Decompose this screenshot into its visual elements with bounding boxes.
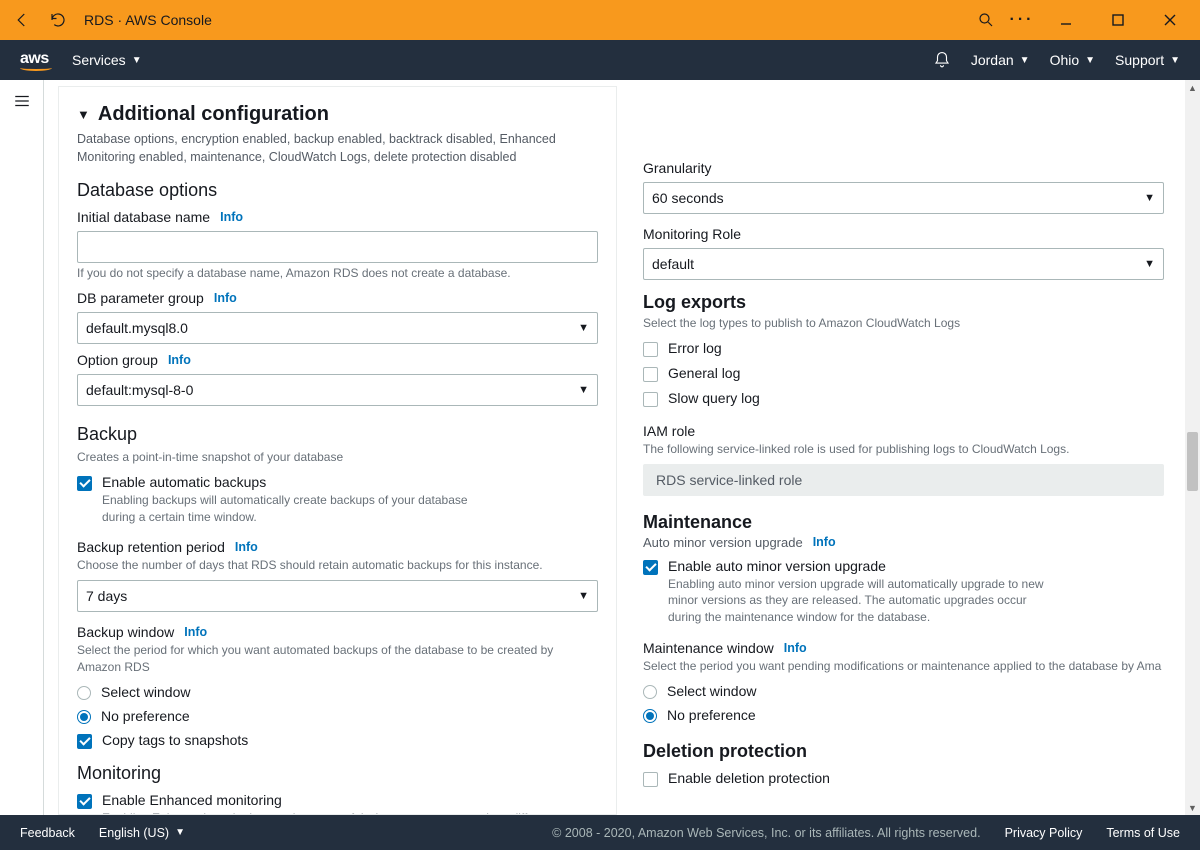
aws-footer: Feedback English (US)▼ © 2008 - 2020, Am… bbox=[0, 815, 1200, 850]
enable-monitoring-checkbox[interactable] bbox=[77, 794, 92, 809]
chevron-down-icon: ▼ bbox=[578, 322, 589, 334]
support-menu[interactable]: Support▼ bbox=[1115, 52, 1180, 68]
backup-heading: Backup bbox=[77, 424, 598, 445]
backup-window-help: Select the period for which you want aut… bbox=[77, 642, 598, 676]
enable-backups-label: Enable automatic backups bbox=[102, 474, 472, 490]
left-rail bbox=[0, 80, 44, 815]
aws-logo[interactable]: aws bbox=[20, 50, 52, 71]
iam-role-heading: IAM role bbox=[643, 423, 1164, 439]
maint-window-label: Maintenance windowInfo bbox=[643, 640, 1164, 656]
deletion-heading: Deletion protection bbox=[643, 741, 1164, 762]
deletion-protection-checkbox[interactable] bbox=[643, 772, 658, 787]
granularity-label: Granularity bbox=[643, 160, 1164, 176]
maintenance-heading: Maintenance bbox=[643, 512, 1164, 533]
auto-minor-checkbox[interactable] bbox=[643, 560, 658, 575]
retention-select[interactable]: 7 days▼ bbox=[77, 580, 598, 612]
info-link[interactable]: Info bbox=[168, 353, 191, 367]
copy-tags-checkbox[interactable] bbox=[77, 734, 92, 749]
close-button[interactable] bbox=[1152, 4, 1188, 36]
more-icon[interactable]: ··· bbox=[1012, 10, 1032, 30]
iam-role-sub: The following service-linked role is use… bbox=[643, 441, 1164, 458]
maint-window-help: Select the period you want pending modif… bbox=[643, 658, 1164, 675]
services-menu[interactable]: Services▼ bbox=[72, 52, 142, 68]
section-subtitle: Database options, encryption enabled, ba… bbox=[77, 130, 598, 166]
chevron-down-icon: ▼ bbox=[578, 384, 589, 396]
option-group-label: Option groupInfo bbox=[77, 352, 598, 368]
retention-label: Backup retention periodInfo bbox=[77, 539, 598, 555]
backup-window-select-radio[interactable] bbox=[77, 686, 91, 700]
initial-db-name-input[interactable] bbox=[77, 231, 598, 263]
auto-minor-sub: Auto minor version upgradeInfo bbox=[643, 535, 1164, 550]
maint-window-nopref-radio[interactable] bbox=[643, 709, 657, 723]
caret-down-icon: ▼ bbox=[77, 107, 90, 122]
back-icon[interactable] bbox=[12, 10, 32, 30]
info-link[interactable]: Info bbox=[214, 291, 237, 305]
info-link[interactable]: Info bbox=[184, 625, 207, 639]
terms-link[interactable]: Terms of Use bbox=[1106, 826, 1180, 840]
account-menu[interactable]: Jordan▼ bbox=[971, 52, 1030, 68]
notifications-icon[interactable] bbox=[933, 51, 951, 69]
initial-db-name-label: Initial database nameInfo bbox=[77, 209, 598, 225]
info-link[interactable]: Info bbox=[235, 540, 258, 554]
config-panel-right: Granularity 60 seconds▼ Monitoring Role … bbox=[637, 86, 1182, 815]
log-exports-sub: Select the log types to publish to Amazo… bbox=[643, 315, 1164, 332]
enable-monitoring-label: Enable Enhanced monitoring bbox=[102, 792, 572, 808]
slow-log-checkbox[interactable] bbox=[643, 392, 658, 407]
scroll-down-icon[interactable]: ▼ bbox=[1185, 800, 1200, 815]
feedback-link[interactable]: Feedback bbox=[20, 826, 75, 840]
privacy-link[interactable]: Privacy Policy bbox=[1005, 826, 1083, 840]
auto-minor-help: Enabling auto minor version upgrade will… bbox=[668, 576, 1048, 626]
config-panel-left: ▼Additional configuration Database optio… bbox=[58, 86, 617, 815]
monitoring-role-label: Monitoring Role bbox=[643, 226, 1164, 242]
scrollbar[interactable]: ▲ ▼ bbox=[1185, 80, 1200, 815]
error-log-checkbox[interactable] bbox=[643, 342, 658, 357]
chevron-down-icon: ▼ bbox=[1144, 192, 1155, 204]
hamburger-icon[interactable] bbox=[13, 92, 31, 113]
granularity-select[interactable]: 60 seconds▼ bbox=[643, 182, 1164, 214]
chevron-down-icon: ▼ bbox=[1144, 258, 1155, 270]
monitoring-role-select[interactable]: default▼ bbox=[643, 248, 1164, 280]
chevron-down-icon: ▼ bbox=[578, 590, 589, 602]
option-group-select[interactable]: default:mysql-8-0▼ bbox=[77, 374, 598, 406]
initial-db-name-help: If you do not specify a database name, A… bbox=[77, 265, 598, 282]
section-toggle[interactable]: ▼Additional configuration bbox=[77, 103, 598, 126]
maximize-button[interactable] bbox=[1100, 4, 1136, 36]
backup-window-nopref-radio[interactable] bbox=[77, 710, 91, 724]
window-title: RDS · AWS Console bbox=[84, 12, 212, 28]
enable-backups-help: Enabling backups will automatically crea… bbox=[102, 492, 472, 526]
general-log-checkbox[interactable] bbox=[643, 367, 658, 382]
monitoring-heading: Monitoring bbox=[77, 763, 598, 784]
param-group-select[interactable]: default.mysql8.0▼ bbox=[77, 312, 598, 344]
minimize-button[interactable] bbox=[1048, 4, 1084, 36]
scroll-thumb[interactable] bbox=[1187, 432, 1198, 491]
region-menu[interactable]: Ohio▼ bbox=[1050, 52, 1095, 68]
enable-backups-checkbox[interactable] bbox=[77, 476, 92, 491]
backup-window-label: Backup windowInfo bbox=[77, 624, 598, 640]
search-icon[interactable] bbox=[976, 10, 996, 30]
info-link[interactable]: Info bbox=[784, 641, 807, 655]
param-group-label: DB parameter groupInfo bbox=[77, 290, 598, 306]
browser-titlebar: RDS · AWS Console ··· bbox=[0, 0, 1200, 40]
reload-icon[interactable] bbox=[48, 10, 68, 30]
language-select[interactable]: English (US)▼ bbox=[99, 826, 185, 840]
aws-top-nav: aws Services▼ Jordan▼ Ohio▼ Support▼ bbox=[0, 40, 1200, 80]
backup-sub: Creates a point-in-time snapshot of your… bbox=[77, 449, 598, 466]
log-exports-heading: Log exports bbox=[643, 292, 1164, 313]
info-link[interactable]: Info bbox=[220, 210, 243, 224]
scroll-up-icon[interactable]: ▲ bbox=[1185, 80, 1200, 95]
db-options-heading: Database options bbox=[77, 180, 598, 201]
auto-minor-label: Enable auto minor version upgrade bbox=[668, 558, 1048, 574]
info-link[interactable]: Info bbox=[813, 535, 836, 549]
maint-window-select-radio[interactable] bbox=[643, 685, 657, 699]
retention-help: Choose the number of days that RDS shoul… bbox=[77, 557, 598, 574]
iam-role-value: RDS service-linked role bbox=[643, 464, 1164, 496]
copyright: © 2008 - 2020, Amazon Web Services, Inc.… bbox=[552, 826, 980, 840]
